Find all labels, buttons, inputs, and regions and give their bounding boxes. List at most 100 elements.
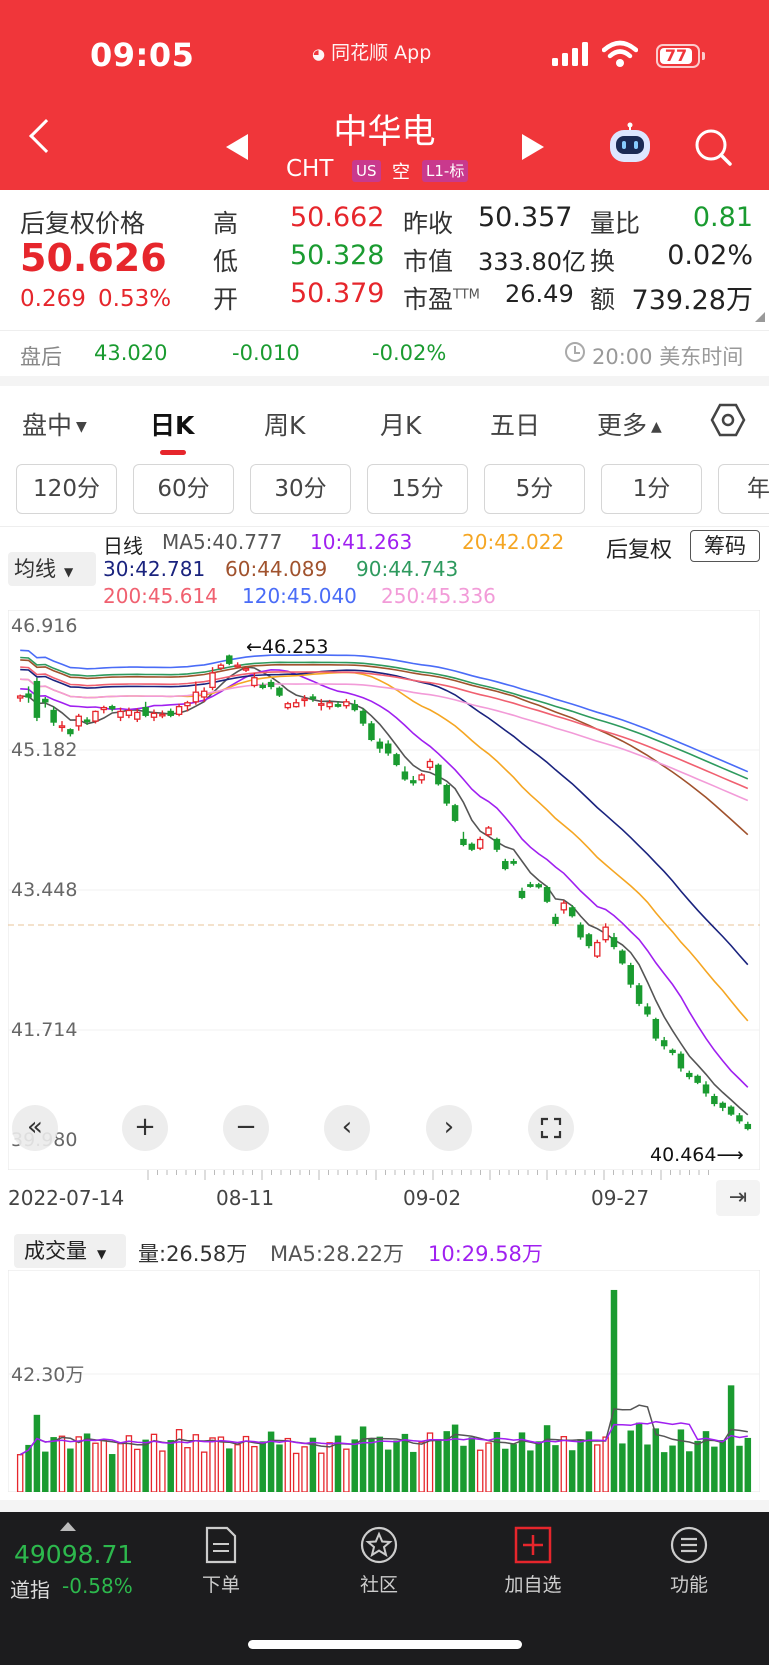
- candle-down: [535, 884, 542, 888]
- price-axis-label: 43.448: [11, 879, 77, 901]
- candle-down: [67, 729, 74, 735]
- candle-down: [83, 719, 91, 723]
- pe-label: 市盈TTM: [403, 285, 480, 314]
- candle-down: [376, 741, 384, 749]
- pill-year[interactable]: 年: [718, 464, 769, 514]
- prev-stock-icon[interactable]: [226, 134, 248, 160]
- volume-bar: [602, 1436, 609, 1492]
- volume-bar: [242, 1435, 250, 1492]
- settings-hexagon-icon[interactable]: [710, 402, 746, 438]
- index-name: 道指: [10, 1578, 50, 1602]
- candle-down: [460, 838, 467, 845]
- pill-15min[interactable]: 15分: [367, 464, 468, 514]
- volume-bar: [485, 1442, 492, 1492]
- app-logo-icon: ◕: [312, 45, 326, 63]
- nav-functions[interactable]: 功能: [634, 1518, 744, 1598]
- candle-down: [33, 680, 41, 718]
- candlestick-chart[interactable]: 46.916 45.182 43.448 41.714 39.980 ←46.2…: [8, 610, 760, 1170]
- nav-order[interactable]: 下单: [166, 1518, 276, 1598]
- fullscreen-button[interactable]: [528, 1105, 574, 1151]
- volume-bar: [577, 1439, 584, 1492]
- post-market-bar: 盘后 43.020 -0.010 -0.02% 20:00 美东时间: [0, 330, 769, 376]
- ma-line: [20, 678, 749, 802]
- zoom-in-button[interactable]: +: [122, 1105, 168, 1151]
- search-icon[interactable]: [694, 128, 732, 166]
- candle-down: [451, 805, 459, 821]
- candle-down: [510, 861, 517, 864]
- volume-bar: [67, 1448, 74, 1492]
- next-stock-icon[interactable]: [522, 134, 544, 160]
- community-star-icon: [360, 1526, 398, 1564]
- chips-button[interactable]: 筹码: [690, 530, 760, 562]
- candle-down: [627, 965, 634, 985]
- scroll-right-button[interactable]: ›: [426, 1105, 472, 1151]
- candle-down: [686, 1072, 693, 1078]
- candle-down: [736, 1115, 743, 1122]
- candle-up: [560, 902, 568, 911]
- amount-value: 739.28万: [631, 285, 753, 316]
- volume-selector[interactable]: 成交量 ▼: [14, 1234, 126, 1268]
- tab-monthly-k[interactable]: 月K: [380, 406, 421, 442]
- candle-up: [125, 709, 133, 716]
- pill-30min[interactable]: 30分: [250, 464, 351, 514]
- tab-intraday[interactable]: 盘中 ▼: [22, 406, 87, 442]
- zoom-out-button[interactable]: −: [223, 1105, 269, 1151]
- nav-add-watchlist[interactable]: 加自选: [478, 1518, 588, 1598]
- volume-bar: [502, 1448, 509, 1492]
- candle-up: [92, 710, 99, 722]
- jump-to-latest-icon[interactable]: ⇥: [716, 1180, 760, 1216]
- scroll-left-button[interactable]: ‹: [324, 1105, 370, 1151]
- volume-chart[interactable]: 42.30万: [8, 1270, 760, 1492]
- candle-down: [669, 1049, 676, 1054]
- tab-five-day[interactable]: 五日: [490, 406, 540, 442]
- tab-weekly-k[interactable]: 周K: [264, 406, 305, 442]
- volume-bar: [234, 1444, 241, 1492]
- index-value[interactable]: 49098.71: [14, 1540, 133, 1569]
- low-value: 50.328: [290, 240, 385, 271]
- dropdown-icon: ▼: [97, 1247, 107, 1261]
- volume-bar: [368, 1438, 375, 1492]
- price-label: 后复权价格: [20, 209, 146, 238]
- ma-line: [20, 666, 749, 1116]
- pill-1min[interactable]: 1分: [601, 464, 702, 514]
- date-axis-label: 09-27: [591, 1186, 650, 1210]
- ma-selector[interactable]: 均线 ▼: [8, 552, 96, 586]
- tab-daily-k[interactable]: 日K: [150, 406, 194, 442]
- volume-bar: [552, 1445, 559, 1492]
- index-change: -0.58%: [62, 1574, 133, 1598]
- divider: [0, 526, 769, 527]
- volume-bar: [226, 1448, 233, 1492]
- level-tag: L1-标: [422, 160, 469, 182]
- pill-120min[interactable]: 120分: [16, 464, 117, 514]
- volume-bar: [476, 1449, 484, 1492]
- battery-level: 77: [660, 48, 692, 64]
- ma120-label: 120:45.040: [242, 584, 357, 608]
- ma90-label: 90:44.743: [356, 557, 459, 581]
- collapse-arrow-icon[interactable]: [60, 1522, 76, 1531]
- robot-assistant-icon[interactable]: [606, 122, 654, 164]
- volume-bar: [635, 1422, 643, 1492]
- volume-bar: [142, 1439, 149, 1492]
- candle-down: [443, 784, 450, 804]
- price-change: 0.269: [20, 286, 86, 312]
- candle-up: [318, 703, 325, 706]
- price-axis-label: 41.714: [11, 1019, 77, 1041]
- pill-60min[interactable]: 60分: [133, 464, 234, 514]
- expand-corner-icon[interactable]: [755, 312, 765, 322]
- adjust-mode-label[interactable]: 后复权: [606, 532, 672, 564]
- candle-down: [677, 1053, 685, 1069]
- tab-more[interactable]: 更多 ▲: [597, 406, 662, 442]
- open-label: 开: [213, 285, 239, 314]
- volume-bar: [644, 1444, 651, 1492]
- candle-up: [301, 698, 308, 702]
- pill-5min[interactable]: 5分: [484, 464, 585, 514]
- candle-down: [351, 704, 358, 711]
- scroll-start-button[interactable]: «: [12, 1105, 58, 1151]
- low-label: 低: [213, 247, 239, 276]
- nav-community[interactable]: 社区: [324, 1518, 434, 1598]
- candle-down: [727, 1106, 735, 1115]
- candle-down: [50, 709, 57, 723]
- volume-bar: [33, 1414, 41, 1492]
- expand-icon: [540, 1117, 562, 1139]
- candle-down: [359, 710, 367, 724]
